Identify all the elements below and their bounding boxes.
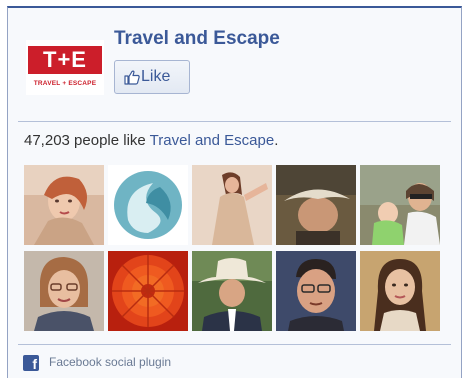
logo-mark: T+E [28,46,102,74]
thumbs-up-icon [124,70,140,85]
fan-count-line: 47,203 people like Travel and Escape. [24,132,278,149]
page-name-link[interactable]: Travel and Escape [114,28,280,50]
avatar-man-hat-icon [276,165,356,245]
avatar-logo-swirl-icon [108,165,188,245]
header-divider [18,121,451,122]
fan-avatar[interactable] [276,165,356,245]
fan-faces-grid [24,165,444,331]
fan-avatar[interactable] [24,251,104,331]
avatar-woman-dress-icon [192,165,272,245]
fan-avatar[interactable] [192,165,272,245]
fan-avatar[interactable] [360,165,440,245]
avatar-woman-glasses-icon [24,251,104,331]
plugin-footer-label[interactable]: Facebook social plugin [49,355,171,369]
avatar-man-cowboy-hat-icon [192,251,272,331]
page-logo[interactable]: T+E TRAVEL + ESCAPE [26,40,104,95]
logo-tagline: TRAVEL + ESCAPE [33,80,97,87]
fan-avatar[interactable] [192,251,272,331]
fan-avatar[interactable] [360,251,440,331]
fan-page-link[interactable]: Travel and Escape [150,132,275,149]
like-button-label: Like [141,68,171,85]
fan-count-text: 47,203 people like [24,132,150,149]
avatar-young-woman-icon [360,251,440,331]
fan-avatar[interactable] [24,165,104,245]
page-header: T+E TRAVEL + ESCAPE Travel and Escape Li… [8,8,461,121]
fan-count-suffix: . [274,132,279,149]
fan-avatar[interactable] [108,251,188,331]
avatar-family-child-icon [360,165,440,245]
facebook-icon[interactable]: f [23,355,39,371]
fan-avatar[interactable] [108,165,188,245]
avatar-vintage-woman-icon [24,165,104,245]
fan-avatar[interactable] [276,251,356,331]
like-button[interactable]: Like [114,60,190,94]
avatar-man-glasses-icon [276,251,356,331]
avatar-red-flower-icon [108,251,188,331]
plugin-footer: f Facebook social plugin [8,345,461,378]
like-box-widget: T+E TRAVEL + ESCAPE Travel and Escape Li… [7,6,462,378]
